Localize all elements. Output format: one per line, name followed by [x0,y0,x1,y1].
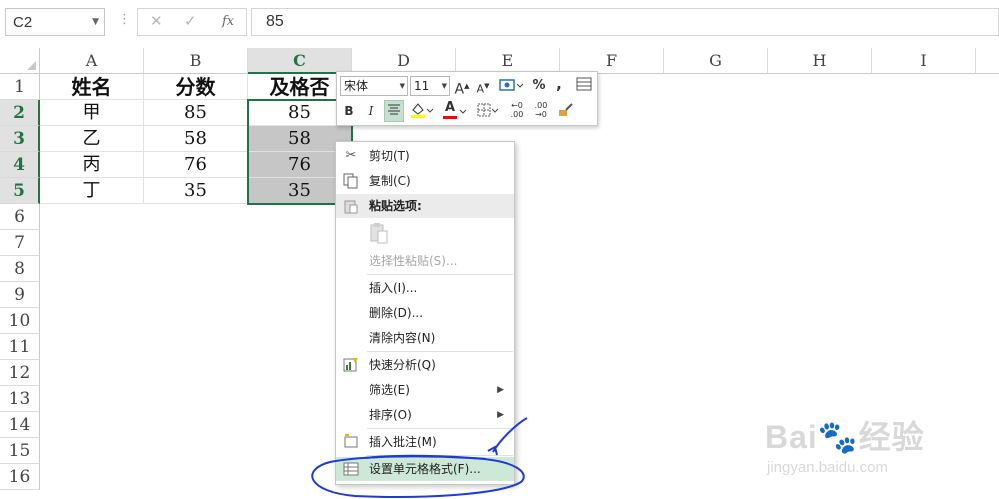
format-table-icon[interactable] [575,76,593,96]
watermark-logo: Bai🐾经验 jingyan.baidu.com [765,412,995,492]
formula-input[interactable]: 85 [251,8,999,36]
menu-item-cut[interactable]: ✂ 剪切(T) [336,144,514,168]
font-size-value: 11 [414,79,430,93]
row-header-2[interactable]: 2 [0,100,40,126]
column-header-a[interactable]: A [40,48,144,74]
row-header-10[interactable]: 10 [0,308,40,334]
cell-a5[interactable]: 丁 [40,178,144,204]
fill-color-icon[interactable] [409,101,434,121]
formula-bar: C2 ▼ ⋮ ✕ ✓ fx 85 [0,0,999,44]
watermark-brand: Bai🐾经验 [765,419,925,455]
percent-style-icon[interactable]: % [531,76,547,96]
row-header-16[interactable]: 16 [0,464,40,490]
row-header-11[interactable]: 11 [0,334,40,360]
menu-item-quick-analysis[interactable]: 快速分析(Q) [336,353,514,377]
row-header-6[interactable]: 6 [0,204,40,230]
menu-item-paste-options: 粘贴选项: [336,194,514,218]
scissors-icon: ✂ [345,148,357,163]
decrease-font-icon[interactable]: A▼ [475,76,491,96]
paste-icon [343,198,359,214]
watermark-url: jingyan.baidu.com [767,459,888,476]
row-header-9[interactable]: 9 [0,282,40,308]
menu-item-paste-special: 选择性粘贴(S)... [369,254,458,268]
cell-a1[interactable]: 姓名 [40,74,144,100]
row-header-7[interactable]: 7 [0,230,40,256]
paste-default-icon[interactable] [370,222,388,244]
name-box[interactable]: C2 ▼ [5,8,105,36]
bold-button[interactable]: B [341,101,357,121]
menu-separator [367,274,513,275]
row-header-4[interactable]: 4 [0,152,40,178]
font-color-icon[interactable]: A [441,100,467,121]
increase-decimal-icon[interactable]: ←0.00 [507,101,527,121]
comma-style-icon[interactable]: , [553,74,565,94]
context-menu: ✂ 剪切(T) 复制(C) 粘贴选项: 选择性粘贴(S)... 插入(I)...… [335,141,515,485]
formula-value: 85 [266,13,284,30]
row-header-1[interactable]: 1 [0,74,40,100]
quick-analysis-icon [343,357,359,373]
insert-function-icon[interactable]: fx [222,14,234,29]
chevron-right-icon: ▶ [497,410,504,420]
center-align-icon[interactable] [384,100,404,122]
formula-buttons: ✕ ✓ fx [137,8,247,36]
chevron-down-icon[interactable]: ▼ [92,17,99,27]
more-options-icon[interactable]: ⋮ [118,12,131,27]
chevron-down-icon: ▼ [399,82,405,90]
menu-item-sort[interactable]: 排序(O) ▶ [336,403,514,427]
font-name-value: 宋体 [344,79,369,93]
format-cells-icon [343,461,359,477]
font-name-select[interactable]: 宋体 ▼ [340,76,408,96]
row-header-15[interactable]: 15 [0,438,40,464]
font-size-select[interactable]: 11 ▼ [410,76,450,96]
row-header-12[interactable]: 12 [0,360,40,386]
cell-b4[interactable]: 76 [144,152,248,178]
menu-separator [367,428,513,429]
cancel-icon[interactable]: ✕ [150,12,163,30]
column-header-i[interactable]: I [872,48,976,74]
accounting-format-icon[interactable] [497,76,525,96]
menu-item-format-cells[interactable]: 设置单元格格式(F)... [336,457,514,481]
column-header-j[interactable] [976,48,999,74]
row-header-13[interactable]: 13 [0,386,40,412]
menu-item-clear-contents[interactable]: 清除内容(N) [336,326,514,350]
menu-item-delete[interactable]: 删除(D)... [336,301,514,325]
row-header-14[interactable]: 14 [0,412,40,438]
select-all-corner[interactable] [0,48,40,74]
menu-item-copy[interactable]: 复制(C) [336,169,514,193]
comment-icon [343,434,359,450]
cell-b5[interactable]: 35 [144,178,248,204]
row-header-3[interactable]: 3 [0,126,40,152]
menu-item-insert-comment[interactable]: 插入批注(M) [336,430,514,454]
cell-a4[interactable]: 丙 [40,152,144,178]
column-header-b[interactable]: B [144,48,248,74]
column-header-h[interactable]: H [768,48,872,74]
mini-toolbar: 宋体 ▼ 11 ▼ A▲ A▼ % , B I A ←0.00 .00 →0 [336,71,598,126]
chevron-right-icon: ▶ [497,385,504,395]
cell-a3[interactable]: 乙 [40,126,144,152]
cell-a2[interactable]: 甲 [40,100,144,126]
row-header-5[interactable]: 5 [0,178,40,204]
increase-font-icon[interactable]: A▲ [454,76,470,98]
decrease-decimal-icon[interactable]: .00 →0 [531,101,551,121]
menu-separator [367,351,513,352]
cell-b2[interactable]: 85 [144,100,248,126]
row-header-8[interactable]: 8 [0,256,40,282]
copy-icon [343,173,359,189]
borders-icon[interactable] [475,101,499,121]
format-painter-icon[interactable] [557,101,575,121]
italic-button[interactable]: I [363,101,379,121]
cell-b3[interactable]: 58 [144,126,248,152]
chevron-down-icon: ▼ [441,82,447,90]
column-header-g[interactable]: G [664,48,768,74]
cell-b1[interactable]: 分数 [144,74,248,100]
menu-separator [367,455,513,456]
currency-icon [499,79,524,91]
enter-icon[interactable]: ✓ [184,12,197,30]
menu-item-insert[interactable]: 插入(I)... [336,276,514,300]
name-box-value: C2 [13,14,33,31]
menu-item-filter[interactable]: 筛选(E) ▶ [336,378,514,402]
